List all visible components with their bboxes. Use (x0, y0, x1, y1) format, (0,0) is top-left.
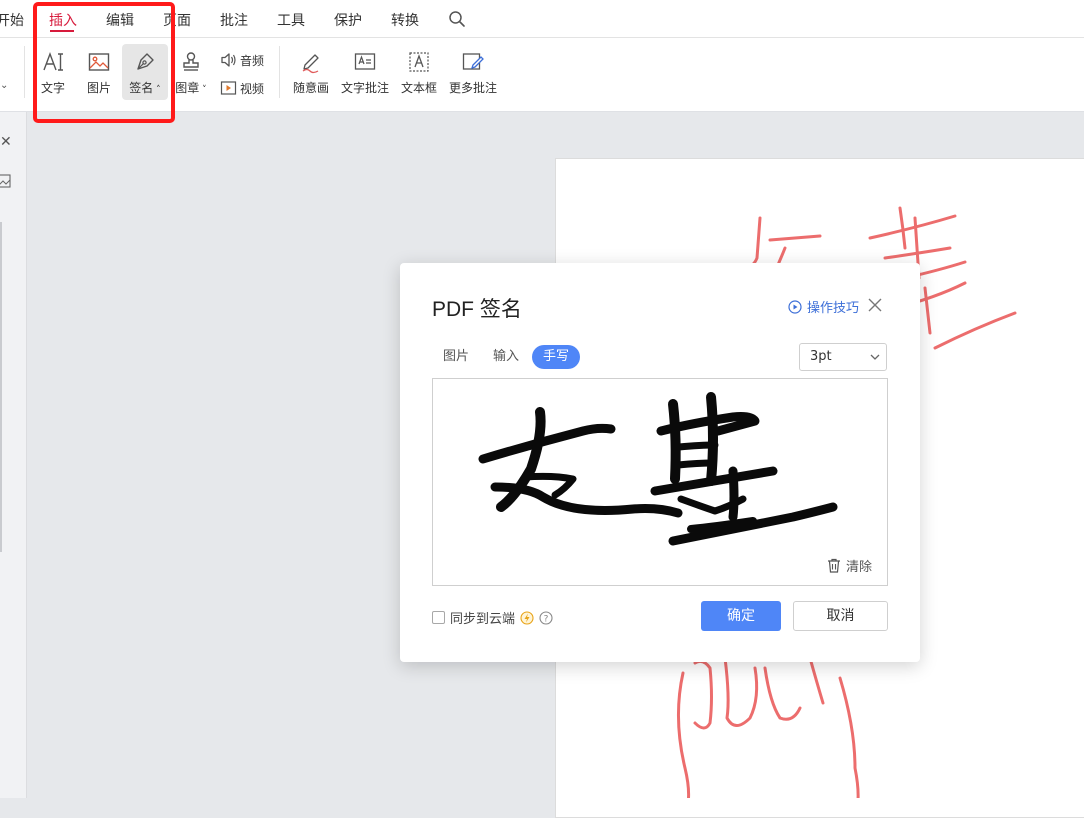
trash-icon (828, 558, 840, 573)
cancel-button[interactable]: 取消 (793, 601, 888, 631)
signature-canvas[interactable]: 清除 (432, 378, 888, 586)
tips-label: 操作技巧 (807, 301, 860, 316)
svg-text:?: ? (544, 614, 549, 624)
pen-size-value: 3pt (810, 349, 832, 364)
menu-tools[interactable]: 工具 (277, 10, 305, 30)
tab-handwrite[interactable]: 手写 (532, 345, 580, 369)
insert-video-button[interactable]: 视频 (220, 78, 264, 98)
lightning-badge-icon (520, 610, 534, 625)
insert-audio-label: 音频 (240, 53, 265, 68)
menu-protect[interactable]: 保护 (334, 10, 362, 30)
speaker-icon (221, 53, 236, 67)
insert-video-label: 视频 (240, 81, 265, 96)
text-annotation-icon (354, 53, 376, 70)
dialog-title: PDF 签名 (432, 298, 522, 321)
clear-label: 清除 (846, 560, 873, 575)
tips-link[interactable]: 操作技巧 (788, 297, 859, 316)
ribbon-separator (279, 46, 280, 98)
thumbnail-icon[interactable] (0, 174, 12, 188)
confirm-button[interactable]: 确定 (701, 601, 781, 631)
search-icon[interactable] (448, 10, 466, 28)
stamp-icon (183, 52, 199, 71)
more-annotations-button[interactable]: 更多批注 (448, 44, 498, 100)
menu-start[interactable]: 开始 (0, 10, 24, 30)
freehand-draw-button[interactable]: 随意画 (288, 44, 334, 100)
insert-audio-button[interactable]: 音频 (220, 50, 264, 70)
clear-button[interactable]: 清除 (827, 556, 872, 575)
more-annotations-icon (462, 53, 484, 70)
left-panel: ✕ (0, 112, 27, 798)
sync-option: 同步到云端 ? (432, 608, 553, 627)
tab-type[interactable]: 输入 (490, 345, 522, 369)
text-annotation-label: 文字批注 (340, 81, 389, 95)
help-icon[interactable]: ? (539, 610, 553, 625)
freehand-draw-label: 随意画 (292, 81, 329, 95)
pencil-icon (302, 54, 319, 74)
more-annotations-label: 更多批注 (448, 81, 497, 95)
sync-label: 同步到云端 (450, 612, 516, 627)
ribbon-separator (24, 46, 25, 98)
highlight-box (33, 2, 175, 123)
play-circle-icon (788, 299, 802, 314)
signature-dialog: PDF 签名 操作技巧 图片 输入 手写 3pt 清除 同步到云端 ? 确定 取… (400, 263, 920, 662)
close-icon[interactable]: ✕ (0, 134, 12, 150)
panel-scrollbar[interactable] (0, 222, 2, 552)
text-annotation-button[interactable]: 文字批注 (340, 44, 390, 100)
video-icon (220, 81, 237, 95)
textbox-button[interactable]: 文本框 (396, 44, 442, 100)
close-icon[interactable] (868, 298, 882, 312)
textbox-icon (409, 52, 429, 72)
sync-checkbox[interactable] (432, 611, 445, 624)
menu-convert[interactable]: 转换 (391, 10, 419, 30)
handwritten-signature (478, 392, 838, 546)
chevron-down-icon (870, 354, 880, 360)
menu-annotate[interactable]: 批注 (220, 10, 248, 30)
chevron-down-icon[interactable]: ⌄ (0, 80, 8, 91)
tab-image[interactable]: 图片 (440, 345, 472, 369)
textbox-label: 文本框 (400, 81, 437, 95)
pen-size-select[interactable]: 3pt (799, 343, 887, 371)
